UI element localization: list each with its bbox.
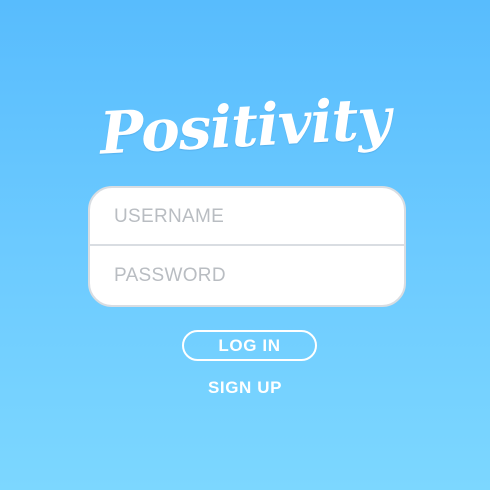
signup-link[interactable]: SIGN UP <box>0 376 490 400</box>
login-button[interactable]: LOG IN <box>182 330 317 361</box>
field-divider <box>90 244 404 246</box>
app-title-logo: Positivity <box>98 84 392 168</box>
password-input[interactable] <box>90 247 404 305</box>
login-screen: { "app": { "title": "Positivity" }, "log… <box>0 0 490 490</box>
username-input[interactable] <box>90 188 404 246</box>
login-card <box>88 186 406 307</box>
